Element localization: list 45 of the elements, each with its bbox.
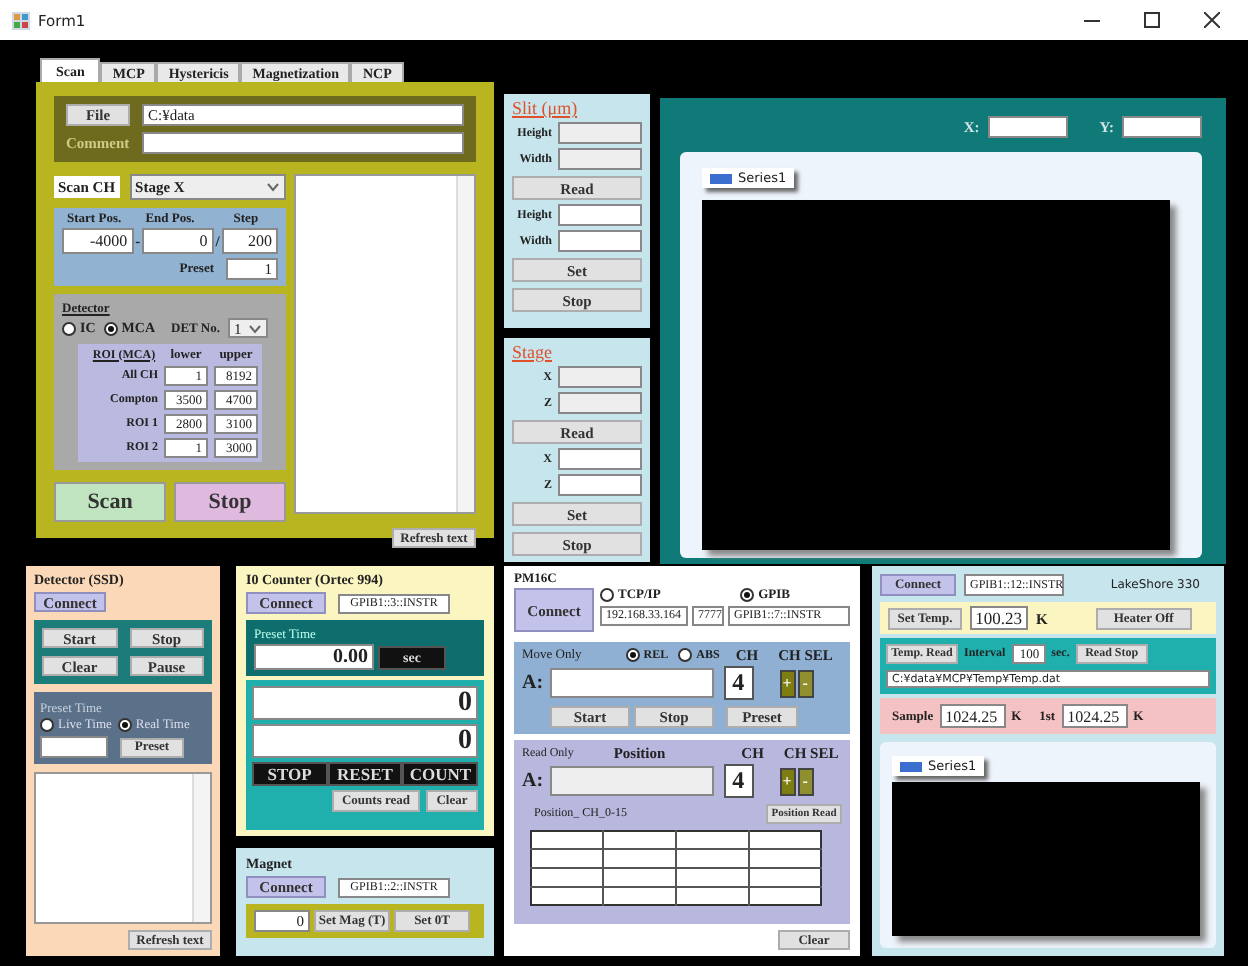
scan-button[interactable]: Scan [54,482,166,522]
stop-button[interactable]: Stop [174,482,286,522]
input-field[interactable] [1122,116,1202,138]
caret-icon [247,323,262,333]
input-field[interactable] [558,122,642,144]
input-field[interactable] [549,668,714,698]
app-icon [12,11,30,29]
input-field[interactable]: 0.00 [254,644,374,670]
input-field[interactable]: -4000 [62,228,134,254]
count-field[interactable]: 0 [252,686,478,720]
channel-display: 4 [723,764,754,798]
scrollbar[interactable] [456,176,474,512]
plus-button[interactable]: + [779,669,796,697]
text-area[interactable] [294,174,476,514]
counter-button[interactable]: STOP [252,762,328,786]
input-field[interactable] [558,448,642,470]
input-field[interactable]: 100.23 [970,606,1028,630]
input-field[interactable] [558,230,642,252]
input-field[interactable]: 200 [221,228,279,254]
axis-label: A: [522,672,544,694]
caret-icon [266,182,280,192]
text-area[interactable] [34,772,212,924]
counter-button[interactable]: RESET [327,762,403,786]
input-field[interactable] [558,392,642,414]
input-field[interactable] [558,366,642,388]
input-field[interactable]: 1024.25 [1061,704,1128,728]
close-icon [1204,12,1220,28]
scrollbar[interactable] [192,774,210,922]
maximize-icon [1144,12,1160,28]
input-field[interactable] [558,148,642,170]
counter-button[interactable]: COUNT [402,762,478,786]
input-field[interactable] [40,736,108,758]
input-field[interactable] [558,474,642,496]
channel-display: 4 [723,666,754,700]
input-field[interactable] [549,766,714,796]
input-field[interactable]: 0 [142,228,214,254]
panel-title: Slit (μm) [512,98,580,118]
count-field[interactable]: 0 [252,724,478,758]
input-field[interactable]: 1024.25 [939,704,1006,728]
input-field[interactable] [558,204,642,226]
axis-label: A: [522,770,544,792]
plus-button[interactable]: + [779,767,796,795]
panel-title: Stage [512,342,554,362]
input-field[interactable] [987,116,1068,138]
comment-field[interactable] [142,132,464,154]
